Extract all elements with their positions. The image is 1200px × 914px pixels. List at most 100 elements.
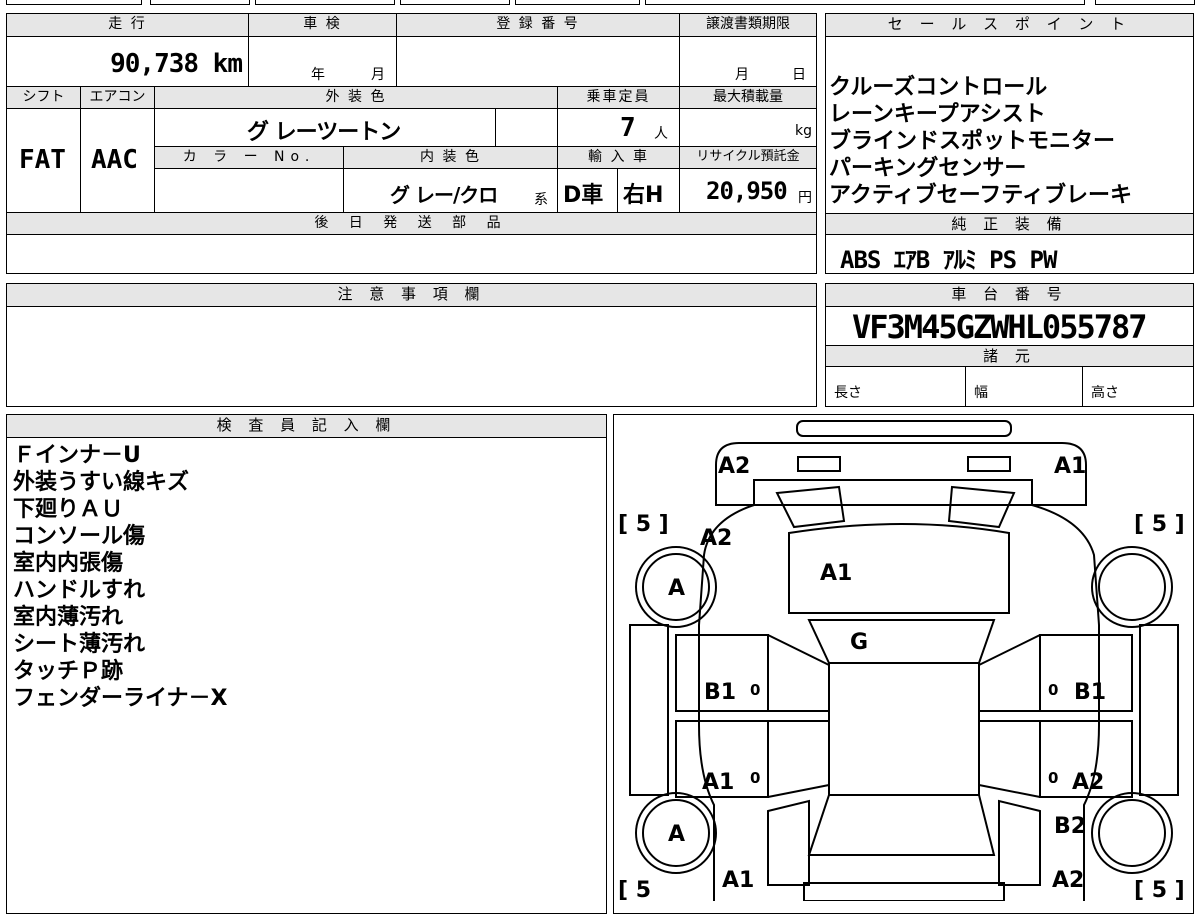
- import-value: D車: [558, 169, 618, 213]
- mirror-left: [775, 485, 846, 529]
- zero-mark: 0: [1048, 681, 1058, 699]
- inspector-line: ハンドルすれ: [13, 578, 146, 603]
- front-bumper-shape: [796, 420, 1012, 437]
- ac-value: AAC: [81, 109, 155, 213]
- rear-quarter-left: [767, 799, 810, 886]
- wheel-front-right-outer: [1091, 546, 1173, 628]
- recycle-label: リサイクル預託金: [680, 147, 816, 169]
- ac-text: AAC: [91, 145, 138, 175]
- inspector-line: 室内内張傷: [13, 551, 124, 576]
- mark-rear-left: A1: [722, 868, 754, 893]
- transfer-deadline-label: 譲渡書類期限: [680, 14, 816, 37]
- mark-hood: A1: [820, 561, 852, 586]
- ext-color-label: 外 装 色: [155, 87, 558, 109]
- mark-front-door-right: B1: [1074, 680, 1106, 705]
- mark-windshield: G: [850, 630, 868, 655]
- sill-left: [629, 624, 669, 796]
- height-label: 高さ: [1091, 385, 1119, 401]
- capacity-text: 7: [620, 113, 636, 143]
- mark-wheel-front-left: A: [668, 576, 685, 601]
- ext-color-value: グ レーツートン: [155, 109, 496, 147]
- rear-quarter-right: [998, 799, 1041, 886]
- roof-shape: [828, 662, 980, 796]
- shift-value: FAT: [7, 109, 81, 213]
- capacity-label: 乗車定員: [558, 87, 680, 109]
- car-diagram-panel: A2 A1 A2 A1 G B1 B1 A1 A2 B2 A1 A2 A A […: [613, 414, 1194, 914]
- ext-color-text: グ レーツートン: [247, 120, 401, 145]
- mark-rear-door-left: A1: [702, 770, 734, 795]
- zero-mark: 0: [750, 681, 760, 699]
- import-text: D車: [563, 183, 604, 208]
- standard-equipment-header: 純 正 装 備: [826, 213, 1193, 235]
- transfer-value: 月 日: [680, 37, 816, 87]
- mark-tire-rl: [ 5: [618, 878, 651, 901]
- mileage-text: 90,738 km: [110, 49, 243, 79]
- mark-quarter-right: B2: [1054, 814, 1086, 839]
- shaken-year: 年: [311, 67, 325, 83]
- load-value: kg: [680, 109, 816, 147]
- chassis-number: VF3M45GZWHL055787: [852, 308, 1148, 346]
- load-label: 最大積載量: [680, 87, 816, 109]
- int-color-suffix: 系: [534, 192, 548, 208]
- specs-length: 長さ: [826, 367, 966, 406]
- inspector-line: フェンダーライナ－X: [13, 686, 228, 711]
- ext-color-extra: [496, 109, 558, 147]
- inspector-line: 室内薄汚れ: [13, 605, 124, 630]
- length-label: 長さ: [834, 385, 862, 401]
- inspector-line: 下廻りＡＵ: [13, 497, 124, 522]
- shift-text: FAT: [19, 145, 66, 175]
- handle-text: 右H: [623, 183, 664, 208]
- wheel-rear-right-inner: [1098, 799, 1166, 867]
- mark-wheel-rear-left: A: [668, 822, 685, 847]
- inspector-line: シート薄汚れ: [13, 632, 146, 657]
- inspector-label: 検 査 員 記 入 欄: [7, 415, 606, 438]
- handle-value: 右H: [618, 169, 680, 213]
- headlight-right: [967, 456, 1011, 472]
- sales-points-panel: セ ー ル ス ポ イ ン ト クルーズコントロール レーンキープアシスト ブラ…: [825, 13, 1194, 274]
- int-color-label: 内 装 色: [344, 147, 558, 169]
- mark-fender-left: A2: [700, 526, 732, 551]
- mark-front-right: A1: [1054, 454, 1086, 479]
- transfer-day: 日: [792, 67, 806, 83]
- int-color-value: グ レー/クロ 系: [344, 169, 558, 213]
- car-diagram: A2 A1 A2 A1 G B1 B1 A1 A2 B2 A1 A2 A A […: [618, 420, 1185, 901]
- load-unit: kg: [795, 123, 812, 139]
- registration-label: 登 録 番 号: [397, 14, 680, 37]
- import-label: 輸 入 車: [558, 147, 680, 169]
- rear-bumper-shape: [803, 882, 1005, 901]
- rear-window-shape: [807, 794, 996, 856]
- shaken-value: 年 月: [249, 37, 397, 87]
- inspector-line: Ｆインナ－U: [13, 443, 141, 468]
- notes-label: 注 意 事 項 欄: [7, 284, 816, 307]
- specs-height: 高さ: [1083, 367, 1193, 406]
- shaken-month: 月: [371, 67, 385, 83]
- mark-rear-door-right: A2: [1072, 770, 1104, 795]
- int-color-text: グ レー/クロ: [390, 183, 498, 207]
- inspector-panel: 検 査 員 記 入 欄 Ｆインナ－U 外装うすい線キズ 下廻りＡＵ コンソール傷…: [6, 414, 607, 914]
- capacity-unit: 人: [654, 126, 668, 142]
- standard-equipment-items: ABS ｴｱB ｱﾙﾐ PS PW: [840, 246, 1057, 274]
- zero-mark: 0: [1048, 769, 1058, 787]
- inspector-line: 外装うすい線キズ: [13, 470, 190, 495]
- color-no-label: カ ラ ー No.: [155, 147, 344, 169]
- later-parts-value: [7, 235, 816, 273]
- sales-points-label: セ ー ル ス ポ イ ン ト: [826, 14, 1193, 37]
- inspector-line: コンソール傷: [13, 524, 146, 549]
- chassis-label: 車 台 番 号: [826, 284, 1193, 307]
- notes-panel: 注 意 事 項 欄: [6, 283, 817, 407]
- specs-label: 諸 元: [826, 345, 1193, 367]
- registration-value: [397, 37, 680, 87]
- sill-right: [1139, 624, 1179, 796]
- sales-point-item: アクティブセーフティブレーキ: [829, 183, 1132, 208]
- capacity-value: 7 人: [558, 109, 680, 147]
- mileage-value: 90,738 km: [7, 37, 249, 87]
- mark-rear-right: A2: [1052, 868, 1084, 893]
- sales-points-list: クルーズコントロール レーンキープアシスト ブラインドスポットモニター パーキン…: [829, 74, 1189, 209]
- mark-tire-rr: [ 5 ]: [1134, 878, 1185, 901]
- recycle-value: 20,950 円: [680, 169, 816, 213]
- mileage-label: 走 行: [7, 14, 249, 37]
- transfer-month: 月: [735, 67, 749, 83]
- color-no-value: [155, 169, 344, 213]
- ac-label: エアコン: [81, 87, 155, 109]
- mark-front-door-left: B1: [704, 680, 736, 705]
